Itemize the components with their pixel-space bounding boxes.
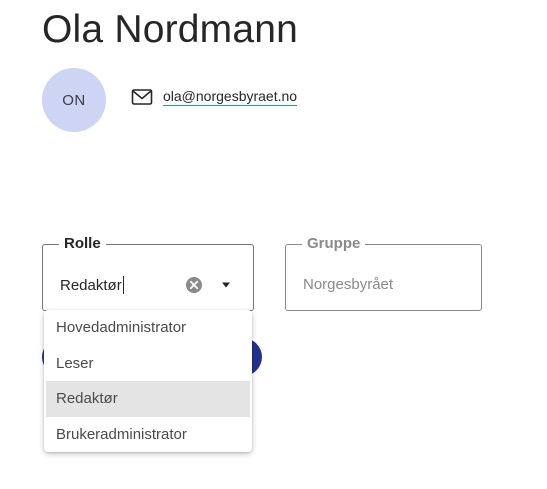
- email-link[interactable]: ola@norgesbyraet.no: [163, 88, 298, 106]
- role-input-value: Redaktør: [60, 276, 122, 294]
- caret-down-icon[interactable]: [219, 278, 233, 292]
- role-select[interactable]: Rolle Redaktør: [42, 235, 254, 311]
- page-title: Ola Nordmann: [42, 8, 299, 51]
- user-profile-page: Ola Nordmann ON ola@norgesbyraet.no Roll…: [0, 0, 547, 489]
- role-dropdown-menu: Hovedadministrator Leser Redaktør Bruker…: [44, 310, 252, 452]
- role-label: Rolle: [59, 235, 106, 253]
- menu-item-leser[interactable]: Leser: [46, 346, 250, 382]
- menu-item-redaktor[interactable]: Redaktør: [46, 381, 250, 417]
- group-field: Gruppe Norgesbyrået: [285, 235, 482, 311]
- avatar: ON: [42, 68, 106, 132]
- menu-item-brukeradministrator[interactable]: Brukeradministrator: [46, 417, 250, 453]
- group-label: Gruppe: [302, 235, 366, 253]
- clear-circle-icon[interactable]: [185, 276, 203, 294]
- text-caret: [122, 276, 124, 294]
- avatar-initials: ON: [62, 91, 86, 109]
- group-field-value: Norgesbyrået: [303, 276, 394, 293]
- mail-icon: [131, 88, 153, 106]
- email-row: ola@norgesbyraet.no: [131, 88, 298, 106]
- menu-item-hovedadministrator[interactable]: Hovedadministrator: [46, 310, 250, 346]
- role-input[interactable]: Redaktør: [60, 276, 124, 294]
